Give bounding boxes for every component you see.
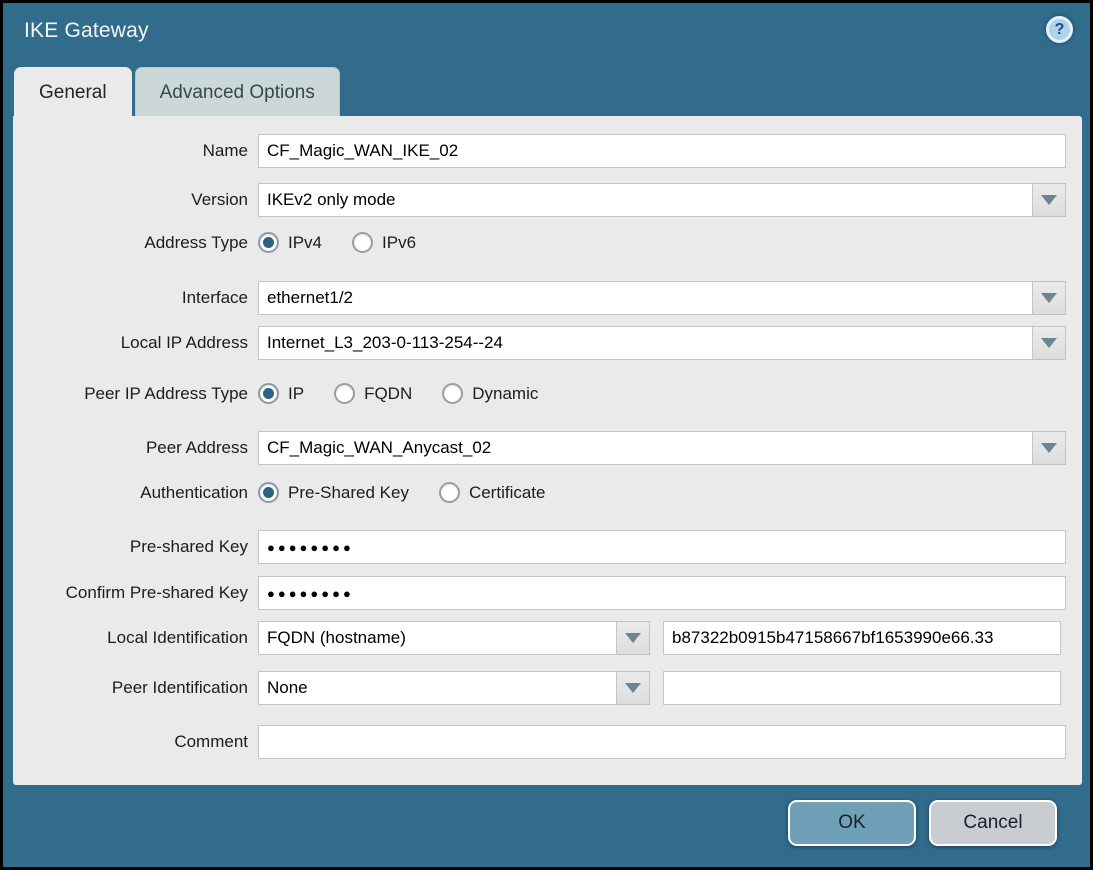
radio-peer-fqdn-control[interactable] (334, 383, 355, 404)
dialog-title: IKE Gateway (24, 19, 149, 43)
local-identification-label: Local Identification (13, 628, 258, 648)
comment-input[interactable] (258, 725, 1066, 759)
radio-peer-fqdn[interactable]: FQDN (334, 383, 412, 404)
cancel-button[interactable]: Cancel (929, 800, 1057, 846)
authentication-row: Authentication Pre-Shared Key Certificat… (13, 482, 1082, 503)
name-row: Name (13, 134, 1082, 168)
peer-ip-address-type-row: Peer IP Address Type IP FQDN Dynamic (13, 383, 1082, 404)
radio-ipv6-control[interactable] (352, 232, 373, 253)
authentication-label: Authentication (13, 483, 258, 503)
confirm-pre-shared-key-row: Confirm Pre-shared Key (13, 576, 1082, 610)
local-ip-address-input[interactable] (258, 326, 1033, 360)
radio-peer-dynamic-label: Dynamic (472, 384, 538, 404)
tab-advanced-options[interactable]: Advanced Options (135, 67, 340, 117)
peer-identification-dropdown-button[interactable] (617, 671, 650, 705)
ok-button[interactable]: OK (788, 800, 916, 846)
name-label: Name (13, 141, 258, 161)
local-identification-dropdown-button[interactable] (617, 621, 650, 655)
peer-identification-value-input[interactable] (663, 671, 1061, 705)
local-identification-row: Local Identification (13, 621, 1082, 655)
radio-peer-fqdn-label: FQDN (364, 384, 412, 404)
comment-row: Comment (13, 725, 1082, 759)
radio-peer-ip[interactable]: IP (258, 383, 304, 404)
radio-peer-dynamic[interactable]: Dynamic (442, 383, 538, 404)
general-tab-panel: Name Version Address Type IPv4 (13, 116, 1082, 785)
version-row: Version (13, 183, 1082, 217)
radio-certificate-control[interactable] (439, 482, 460, 503)
radio-ipv4-label: IPv4 (288, 233, 322, 253)
version-label: Version (13, 190, 258, 210)
peer-address-dropdown-button[interactable] (1033, 431, 1066, 465)
ike-gateway-dialog: IKE Gateway ? General Advanced Options N… (0, 0, 1093, 870)
local-ip-address-row: Local IP Address (13, 326, 1082, 360)
chevron-down-icon (625, 683, 641, 693)
radio-ipv6[interactable]: IPv6 (352, 232, 416, 253)
title-bar: IKE Gateway ? (3, 3, 1090, 65)
chevron-down-icon (1041, 443, 1057, 453)
peer-identification-type-select[interactable] (258, 671, 617, 705)
comment-label: Comment (13, 732, 258, 752)
confirm-pre-shared-key-input[interactable] (258, 576, 1066, 610)
pre-shared-key-row: Pre-shared Key (13, 530, 1082, 564)
dialog-footer: OK Cancel (788, 800, 1057, 846)
radio-ipv6-label: IPv6 (382, 233, 416, 253)
radio-certificate[interactable]: Certificate (439, 482, 546, 503)
chevron-down-icon (1041, 293, 1057, 303)
version-dropdown-button[interactable] (1033, 183, 1066, 217)
peer-identification-row: Peer Identification (13, 671, 1082, 705)
peer-address-input[interactable] (258, 431, 1033, 465)
chevron-down-icon (625, 633, 641, 643)
interface-dropdown-button[interactable] (1033, 281, 1066, 315)
chevron-down-icon (1041, 338, 1057, 348)
name-input[interactable] (258, 134, 1066, 168)
radio-certificate-label: Certificate (469, 483, 546, 503)
radio-peer-ip-label: IP (288, 384, 304, 404)
radio-pre-shared-key[interactable]: Pre-Shared Key (258, 482, 409, 503)
peer-address-row: Peer Address (13, 431, 1082, 465)
version-input[interactable] (258, 183, 1033, 217)
peer-address-label: Peer Address (13, 438, 258, 458)
help-icon[interactable]: ? (1046, 16, 1073, 43)
tab-general[interactable]: General (14, 67, 132, 117)
address-type-label: Address Type (13, 233, 258, 253)
radio-peer-ip-control[interactable] (258, 383, 279, 404)
radio-peer-dynamic-control[interactable] (442, 383, 463, 404)
radio-ipv4[interactable]: IPv4 (258, 232, 322, 253)
radio-pre-shared-key-control[interactable] (258, 482, 279, 503)
peer-identification-label: Peer Identification (13, 678, 258, 698)
confirm-pre-shared-key-label: Confirm Pre-shared Key (13, 583, 258, 603)
local-identification-type-select[interactable] (258, 621, 617, 655)
peer-ip-address-type-label: Peer IP Address Type (13, 384, 258, 404)
address-type-row: Address Type IPv4 IPv6 (13, 232, 1082, 253)
chevron-down-icon (1041, 195, 1057, 205)
local-ip-address-label: Local IP Address (13, 333, 258, 353)
radio-pre-shared-key-label: Pre-Shared Key (288, 483, 409, 503)
local-ip-dropdown-button[interactable] (1033, 326, 1066, 360)
interface-label: Interface (13, 288, 258, 308)
pre-shared-key-label: Pre-shared Key (13, 537, 258, 557)
interface-row: Interface (13, 281, 1082, 315)
radio-ipv4-control[interactable] (258, 232, 279, 253)
interface-input[interactable] (258, 281, 1033, 315)
local-identification-value-input[interactable] (663, 621, 1061, 655)
pre-shared-key-input[interactable] (258, 530, 1066, 564)
tab-bar: General Advanced Options (14, 67, 340, 117)
